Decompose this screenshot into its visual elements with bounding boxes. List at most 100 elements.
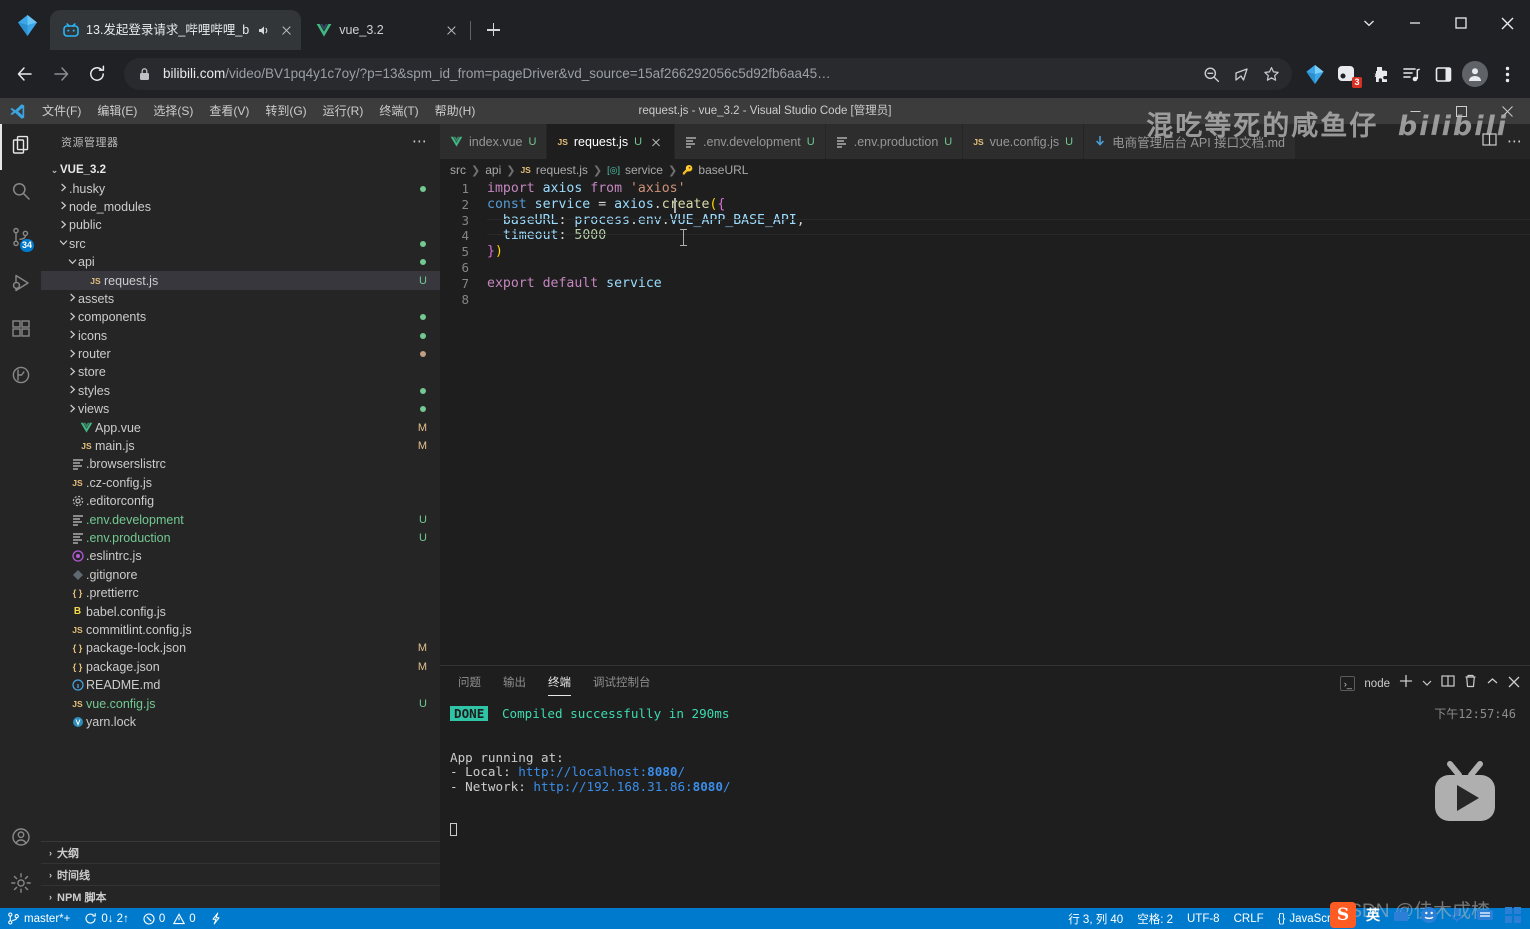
tree-item-readme-md[interactable]: README.md xyxy=(41,676,440,694)
close-tab-icon[interactable] xyxy=(648,134,664,150)
menu-run[interactable]: 运行(R) xyxy=(315,98,372,124)
screen-recorder-icon[interactable]: 3 xyxy=(1332,59,1362,89)
tree-item-prettierrc[interactable]: { } .prettierrc xyxy=(41,584,440,602)
vscode-minimize-icon[interactable] xyxy=(1392,98,1438,124)
tree-item-components[interactable]: components xyxy=(41,308,440,326)
status-sync[interactable]: 0↓ 2↑ xyxy=(77,908,136,929)
browser-tab-0[interactable]: 13.发起登录请求_哔哩哔哩_b xyxy=(50,10,302,50)
status-line-col[interactable]: 行 3, 列 40 xyxy=(1061,908,1130,929)
gem-extension-icon[interactable] xyxy=(1300,59,1330,89)
activity-run-debug[interactable] xyxy=(0,262,41,308)
code-editor[interactable]: 1 import axios from 'axios' 2 const serv… xyxy=(440,181,1530,665)
address-bar[interactable]: bilibili.com/video/BV1pq4y1c7oy/?p=13&sp… xyxy=(124,58,1292,90)
close-tab-icon[interactable] xyxy=(278,22,295,39)
minimize-icon[interactable] xyxy=(1392,0,1438,46)
tree-item-env-production[interactable]: .env.production U xyxy=(41,529,440,547)
puzzle-extension-icon[interactable] xyxy=(1364,59,1394,89)
kill-terminal-icon[interactable] xyxy=(1464,674,1477,693)
tree-item-assets[interactable]: assets xyxy=(41,290,440,308)
editor-tab-request-js[interactable]: JS request.js U xyxy=(547,124,676,159)
status-branch[interactable]: master*+ xyxy=(0,908,77,929)
status-prettier[interactable] xyxy=(203,908,229,929)
breadcrumb-service[interactable]: service xyxy=(625,163,663,177)
terminal-output[interactable]: DONE Compiled successfully in 290ms App … xyxy=(440,701,1530,908)
tray-toolbox-icon[interactable] xyxy=(1390,904,1412,926)
tree-item-vue-config-js[interactable]: JS vue.config.js U xyxy=(41,694,440,712)
tray-mic-icon[interactable] xyxy=(1446,904,1468,926)
maximize-panel-icon[interactable] xyxy=(1486,675,1499,693)
local-url[interactable]: http://localhost:8080/ xyxy=(518,764,685,779)
menu-help[interactable]: 帮助(H) xyxy=(427,98,484,124)
bookmark-star-icon[interactable] xyxy=(1256,59,1286,89)
tree-item-styles[interactable]: styles xyxy=(41,382,440,400)
sidebar-section-timeline[interactable]: › 时间线 xyxy=(41,864,440,886)
activity-source-control[interactable]: 34 xyxy=(0,216,41,262)
tree-item-gitignore[interactable]: .gitignore xyxy=(41,566,440,584)
sidebar-section-npm-scripts[interactable]: › NPM 脚本 xyxy=(41,886,440,908)
tree-item-public[interactable]: public xyxy=(41,216,440,234)
tree-item-store[interactable]: store xyxy=(41,363,440,381)
breadcrumb-baseurl[interactable]: baseURL xyxy=(698,163,748,177)
tree-item-app-vue[interactable]: App.vue M xyxy=(41,418,440,436)
vscode-close-icon[interactable] xyxy=(1484,98,1530,124)
tree-item-env-development[interactable]: .env.development U xyxy=(41,510,440,528)
panel-tab-terminal[interactable]: 终端 xyxy=(548,666,571,701)
status-eol[interactable]: CRLF xyxy=(1227,908,1271,929)
menu-select[interactable]: 选择(S) xyxy=(145,98,201,124)
menu-view[interactable]: 查看(V) xyxy=(201,98,257,124)
menu-edit[interactable]: 编辑(E) xyxy=(89,98,145,124)
tree-item-babel-config-js[interactable]: Bbabel.config.js xyxy=(41,602,440,620)
activity-accounts[interactable] xyxy=(0,816,41,862)
split-terminal-icon[interactable] xyxy=(1441,674,1455,693)
activity-explorer[interactable] xyxy=(0,124,41,170)
tree-item-eslintrc-js[interactable]: .eslintrc.js xyxy=(41,547,440,565)
tree-item-husky[interactable]: .husky xyxy=(41,179,440,197)
editor-tab-vue-config-js[interactable]: JS vue.config.js U xyxy=(963,124,1085,159)
panel-tab-output[interactable]: 输出 xyxy=(503,666,526,701)
tray-grid-icon[interactable] xyxy=(1502,904,1524,926)
activity-settings[interactable] xyxy=(0,862,41,908)
tree-item-api[interactable]: api xyxy=(41,253,440,271)
panel-tab-debug-console[interactable]: 调试控制台 xyxy=(593,666,651,701)
bilibili-play-overlay[interactable] xyxy=(1422,761,1508,831)
tray-keyboard-icon[interactable] xyxy=(1474,904,1496,926)
sogou-ime-icon[interactable]: S xyxy=(1330,901,1356,928)
close-tab-icon[interactable] xyxy=(443,22,460,39)
tab-audio-icon[interactable] xyxy=(256,23,271,38)
side-panel-icon[interactable] xyxy=(1428,59,1458,89)
breadcrumb-file[interactable]: request.js xyxy=(536,163,588,177)
tree-item-src[interactable]: src xyxy=(41,235,440,253)
tree-item-browserslistrc[interactable]: .browserslistrc xyxy=(41,455,440,473)
tree-item-icons[interactable]: icons xyxy=(41,327,440,345)
maximize-icon[interactable] xyxy=(1438,0,1484,46)
reload-button[interactable] xyxy=(80,57,114,91)
ime-language-indicator[interactable]: 英 xyxy=(1362,904,1384,926)
tree-item-views[interactable]: views xyxy=(41,400,440,418)
terminal-dropdown-icon[interactable] xyxy=(1422,675,1432,693)
sidebar-section-outline[interactable]: › 大纲 xyxy=(41,842,440,864)
tree-item-package-json[interactable]: { } package.json M xyxy=(41,658,440,676)
menu-terminal[interactable]: 终端(T) xyxy=(371,98,426,124)
editor-tab-env-production[interactable]: .env.production U xyxy=(825,124,964,159)
panel-tab-problems[interactable]: 问题 xyxy=(458,666,481,701)
sidebar-more-actions-icon[interactable]: ⋯ xyxy=(412,134,428,149)
tree-item-package-lock-json[interactable]: { } package-lock.json M xyxy=(41,639,440,657)
breadcrumb-src[interactable]: src xyxy=(450,163,466,177)
editor-tab-env-development[interactable]: .env.development U xyxy=(675,124,826,159)
status-problems[interactable]: 0 0 xyxy=(136,908,203,929)
menu-file[interactable]: 文件(F) xyxy=(34,98,89,124)
vscode-maximize-icon[interactable] xyxy=(1438,98,1484,124)
editor-tab-index-vue[interactable]: index.vue U xyxy=(440,124,548,159)
close-icon[interactable] xyxy=(1484,0,1530,46)
tree-item-editorconfig[interactable]: .editorconfig xyxy=(41,492,440,510)
tree-item-yarn-lock[interactable]: yarn.lock xyxy=(41,713,440,731)
tray-emoji-icon[interactable] xyxy=(1418,904,1440,926)
tree-root[interactable]: ⌄ VUE_3.2 xyxy=(41,161,440,179)
close-panel-icon[interactable] xyxy=(1508,675,1520,693)
status-encoding[interactable]: UTF-8 xyxy=(1180,908,1227,929)
activity-testing[interactable] xyxy=(0,354,41,400)
forward-button[interactable] xyxy=(44,57,78,91)
new-terminal-icon[interactable] xyxy=(1399,674,1413,693)
tree-item-router[interactable]: router xyxy=(41,345,440,363)
editor-tab-api-md[interactable]: 电商管理后台 API 接口文档.md xyxy=(1084,124,1297,159)
